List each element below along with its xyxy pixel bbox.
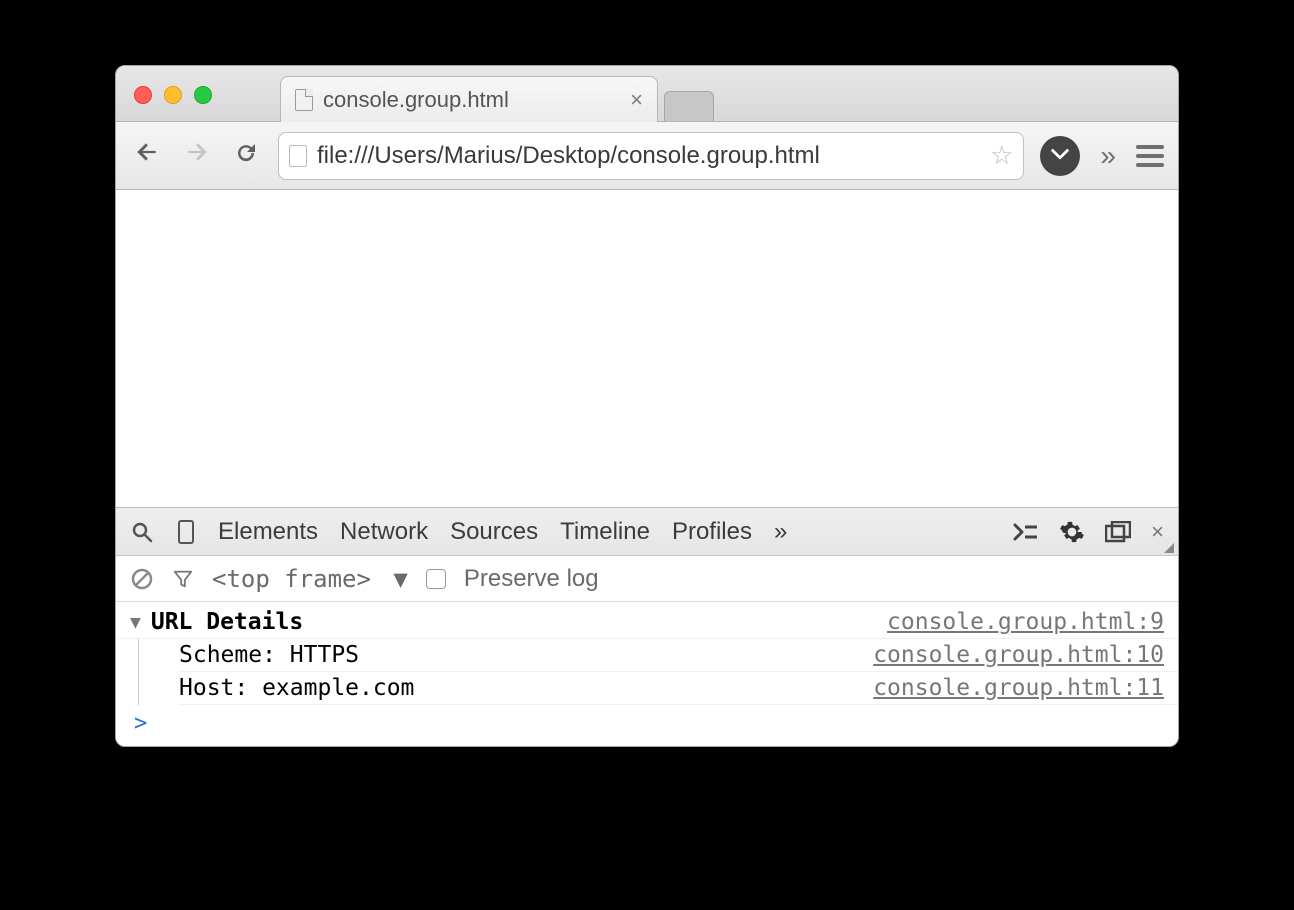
tab-sources[interactable]: Sources <box>450 518 538 546</box>
close-tab-button[interactable]: × <box>630 87 643 113</box>
source-link[interactable]: console.group.html:11 <box>873 675 1164 701</box>
reload-button[interactable] <box>230 140 262 172</box>
close-devtools-button[interactable]: × <box>1151 519 1164 545</box>
console-group-body: Scheme: HTTPS console.group.html:10 Host… <box>138 639 1178 705</box>
show-console-icon[interactable] <box>1013 522 1039 542</box>
address-bar[interactable]: file:///Users/Marius/Desktop/console.gro… <box>278 132 1024 180</box>
tab-timeline[interactable]: Timeline <box>560 518 650 546</box>
console-toolbar: <top frame> ▼ Preserve log <box>116 556 1178 602</box>
devtools-panel: Elements Network Sources Timeline Profil… <box>116 507 1178 746</box>
device-mode-icon[interactable] <box>176 519 196 545</box>
log-text: Host: example.com <box>179 675 414 701</box>
dock-side-icon[interactable] <box>1105 521 1131 543</box>
overflow-chevron[interactable]: » <box>1096 140 1120 172</box>
close-window-button[interactable] <box>134 86 152 104</box>
tab-elements[interactable]: Elements <box>218 518 318 546</box>
hamburger-menu-button[interactable] <box>1136 145 1164 167</box>
devtools-tabbar: Elements Network Sources Timeline Profil… <box>116 508 1178 556</box>
clear-console-icon[interactable] <box>130 567 154 591</box>
maximize-window-button[interactable] <box>194 86 212 104</box>
browser-tab[interactable]: console.group.html × <box>280 76 658 122</box>
new-tab-button[interactable] <box>664 91 714 121</box>
page-viewport <box>116 190 1178 507</box>
page-icon <box>289 145 307 167</box>
disclosure-down-icon[interactable]: ▼ <box>130 612 141 633</box>
source-link[interactable]: console.group.html:9 <box>887 609 1164 635</box>
log-text: Scheme: HTTPS <box>179 642 359 668</box>
url-text: file:///Users/Marius/Desktop/console.gro… <box>317 142 820 170</box>
browser-toolbar: file:///Users/Marius/Desktop/console.gro… <box>116 122 1178 190</box>
frame-selector[interactable]: <top frame> ▼ <box>212 565 408 593</box>
forward-button[interactable] <box>180 139 214 172</box>
console-log: ▼ URL Details console.group.html:9 Schem… <box>116 602 1178 746</box>
tab-title: console.group.html <box>323 87 509 113</box>
console-line: Scheme: HTTPS console.group.html:10 <box>179 639 1178 672</box>
bookmark-star-icon[interactable]: ☆ <box>990 140 1013 171</box>
settings-gear-icon[interactable] <box>1059 519 1085 545</box>
resize-corner-icon[interactable] <box>1164 543 1174 553</box>
tabs-overflow[interactable]: » <box>774 518 787 546</box>
search-icon[interactable] <box>130 520 154 544</box>
minimize-window-button[interactable] <box>164 86 182 104</box>
tab-profiles[interactable]: Profiles <box>672 518 752 546</box>
browser-window: console.group.html × file:///Users/Mariu… <box>115 65 1179 747</box>
group-label: URL Details <box>151 609 303 635</box>
console-prompt[interactable]: > <box>116 705 1178 742</box>
window-controls <box>134 86 212 104</box>
pocket-button[interactable] <box>1040 136 1080 176</box>
console-line: Host: example.com console.group.html:11 <box>179 672 1178 705</box>
preserve-log-label: Preserve log <box>464 565 599 593</box>
frame-selector-label: <top frame> <box>212 565 371 593</box>
file-icon <box>295 89 313 111</box>
filter-icon[interactable] <box>172 568 194 590</box>
tab-strip: console.group.html × <box>116 66 1178 122</box>
preserve-log-checkbox[interactable] <box>426 569 446 589</box>
source-link[interactable]: console.group.html:10 <box>873 642 1164 668</box>
prompt-caret: > <box>134 711 147 736</box>
chevron-down-icon: ▼ <box>393 565 407 593</box>
tab-network[interactable]: Network <box>340 518 428 546</box>
console-group-header[interactable]: ▼ URL Details console.group.html:9 <box>116 606 1178 639</box>
back-button[interactable] <box>130 139 164 172</box>
